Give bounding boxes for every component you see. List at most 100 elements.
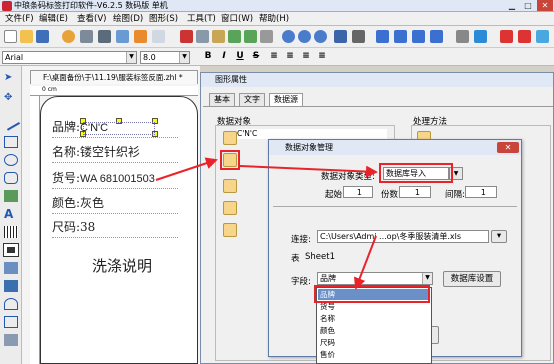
rectangle-icon[interactable]	[4, 136, 18, 148]
order-icon[interactable]	[430, 30, 443, 43]
db-settings-button[interactable]: 数据库设置	[443, 271, 501, 287]
open-icon[interactable]	[20, 30, 33, 43]
line-icon[interactable]	[1, 113, 21, 131]
menu-draw[interactable]: 绘图(D)	[110, 12, 146, 26]
field-select[interactable]: 品牌 ▼	[317, 272, 433, 285]
curve-icon[interactable]	[4, 280, 18, 292]
label-field-size[interactable]: 尺码:38	[52, 218, 178, 238]
redo-icon[interactable]	[244, 30, 257, 43]
font-size-select[interactable]: 8.0 ▼	[140, 51, 190, 64]
tab-text[interactable]: 文字	[239, 93, 265, 106]
dropdown-item[interactable]: 售价	[318, 349, 430, 360]
start-label: 起始:	[325, 190, 345, 200]
horizontal-ruler: 0 cm	[30, 86, 198, 96]
bold-button[interactable]: B	[202, 51, 214, 61]
export-icon[interactable]	[152, 30, 165, 43]
paste-icon[interactable]	[212, 30, 225, 43]
label-field-name[interactable]: 名称:镂空针织衫	[52, 143, 178, 163]
brand-label: 品牌:	[52, 120, 81, 134]
font-family-select[interactable]: Arial ▼	[2, 51, 137, 64]
table-icon[interactable]	[4, 262, 18, 274]
print-preview-icon[interactable]	[80, 30, 93, 43]
snap-icon[interactable]	[352, 30, 365, 43]
dropdown-item[interactable]: 颜色	[318, 325, 430, 336]
highlight-dropdown-item	[314, 285, 430, 303]
label-field-color[interactable]: 颜色:灰色	[52, 194, 178, 214]
format-toolbar: Arial ▼ 8.0 ▼ B I U S ≡ ≡ ≡ ≡	[0, 48, 554, 66]
start-input[interactable]: 1	[343, 186, 373, 198]
more-tools-icon[interactable]	[4, 334, 18, 346]
label-field-brand[interactable]: 品牌:C'N'C	[52, 118, 178, 138]
ellipse-icon[interactable]	[4, 154, 18, 166]
move-up-icon[interactable]	[223, 201, 237, 215]
connection-field[interactable]: C:\Users\Admi ...op\冬季服装清单.xls	[317, 230, 489, 243]
align-center-icon[interactable]: ≡	[284, 51, 296, 61]
menu-file[interactable]: 文件(F)	[2, 12, 37, 26]
ungroup-icon[interactable]	[412, 30, 425, 43]
dialog-close-button[interactable]: ✕	[497, 142, 519, 153]
italic-button[interactable]: I	[218, 51, 230, 61]
copies-input[interactable]: 1	[399, 186, 431, 198]
justify-icon[interactable]: ≡	[316, 51, 328, 61]
tab-basic[interactable]: 基本	[209, 93, 235, 106]
polygon-icon[interactable]	[4, 316, 18, 328]
document-tab[interactable]: F:\桌面备份\于\11.19\服装标签反面.zhl *	[30, 70, 198, 84]
delete-icon[interactable]	[260, 30, 273, 43]
barcode-icon[interactable]	[4, 226, 18, 238]
field-label: 字段:	[291, 277, 311, 287]
new-icon[interactable]	[4, 30, 17, 43]
label-field-code[interactable]: 货号:WA 681001503	[52, 169, 178, 189]
rounded-rect-icon[interactable]	[4, 172, 18, 184]
menu-help[interactable]: 帮助(H)	[256, 12, 292, 26]
browse-button[interactable]: ▾	[491, 230, 507, 243]
dropdown-item[interactable]: 名称	[318, 313, 430, 324]
qrcode-icon[interactable]	[3, 243, 19, 257]
page-setup-icon[interactable]	[116, 30, 129, 43]
drawing-tools: ➤ ✥ A	[0, 66, 22, 364]
zoom-in-icon[interactable]	[282, 30, 295, 43]
pdf-icon[interactable]	[500, 30, 513, 43]
washing-instructions-title[interactable]: 洗涤说明	[92, 255, 152, 276]
tab-datasource[interactable]: 数据源	[269, 93, 303, 106]
move-down-icon[interactable]	[223, 223, 237, 237]
help-icon[interactable]	[474, 30, 487, 43]
zoom-fit-icon[interactable]	[314, 30, 327, 43]
save-icon[interactable]	[36, 30, 49, 43]
text-tool-icon[interactable]: A	[4, 208, 18, 220]
align-left-icon[interactable]: ≡	[268, 51, 280, 61]
group-icon[interactable]	[394, 30, 407, 43]
interval-input[interactable]: 1	[465, 186, 497, 198]
grid-icon[interactable]	[334, 30, 347, 43]
cut-icon[interactable]	[180, 30, 193, 43]
align-icon[interactable]	[376, 30, 389, 43]
close-button[interactable]: ✕	[537, 0, 553, 11]
about-icon[interactable]	[536, 30, 549, 43]
copy-icon[interactable]	[196, 30, 209, 43]
print-icon[interactable]	[98, 30, 111, 43]
exit-icon[interactable]	[518, 30, 531, 43]
minimize-button[interactable]: ▁	[504, 0, 520, 11]
pointer-icon[interactable]: ➤	[4, 72, 18, 84]
align-right-icon[interactable]: ≡	[300, 51, 312, 61]
dropdown-item[interactable]: 尺码	[318, 337, 430, 348]
menu-window[interactable]: 窗口(W)	[218, 12, 256, 26]
pan-icon[interactable]: ✥	[4, 92, 18, 104]
maximize-button[interactable]: □	[520, 0, 536, 11]
zoom-out-icon[interactable]	[298, 30, 311, 43]
settings-icon[interactable]	[62, 30, 75, 43]
data-item-row[interactable]: C'N'C	[237, 129, 387, 139]
remove-icon[interactable]	[223, 179, 237, 193]
menu-shape[interactable]: 图形(S)	[146, 12, 181, 26]
database-icon[interactable]	[134, 30, 147, 43]
menu-view[interactable]: 查看(V)	[74, 12, 109, 26]
lock-icon[interactable]	[456, 30, 469, 43]
undo-icon[interactable]	[228, 30, 241, 43]
highlight-type-select	[379, 163, 453, 183]
menu-tools[interactable]: 工具(T)	[184, 12, 219, 26]
add-icon[interactable]	[223, 131, 237, 145]
underline-button[interactable]: U	[234, 51, 246, 61]
arc-icon[interactable]	[4, 298, 18, 310]
menu-edit[interactable]: 编辑(E)	[36, 12, 71, 26]
image-icon[interactable]	[4, 190, 18, 202]
strikethrough-button[interactable]: S	[250, 51, 262, 61]
